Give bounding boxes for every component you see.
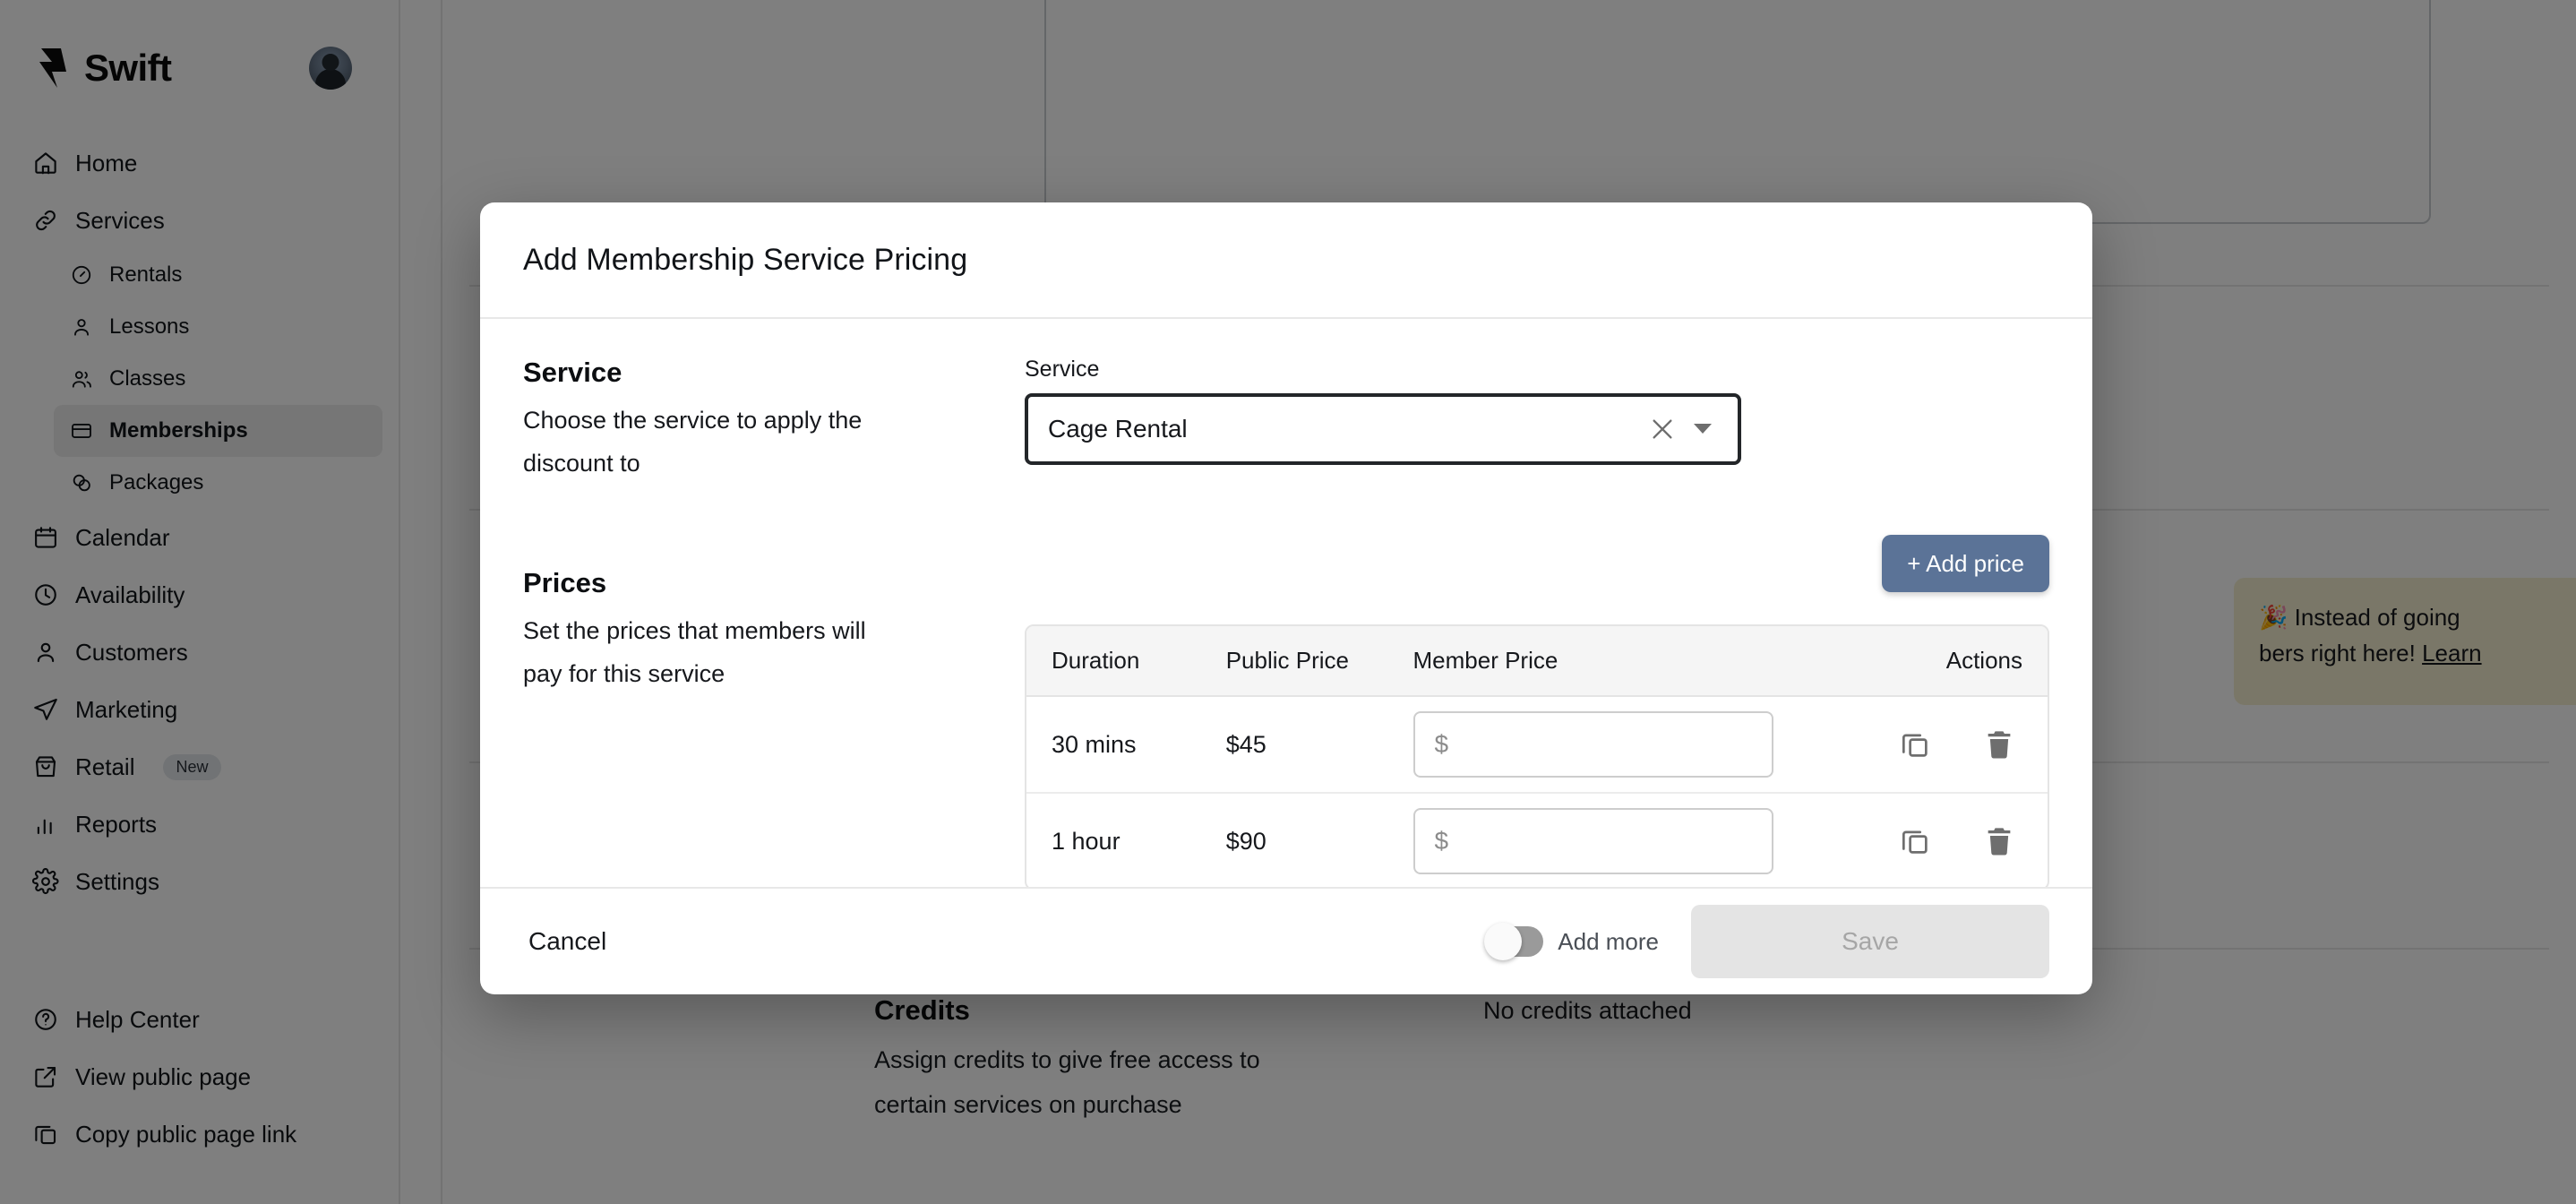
prices-section-desc-line1: Set the prices that members will: [523, 617, 866, 645]
column-header-public-price: Public Price: [1200, 626, 1388, 697]
cell-duration: 1 hour: [1026, 792, 1201, 887]
service-row: Service Choose the service to apply the …: [523, 357, 2049, 483]
currency-prefix: $: [1434, 730, 1449, 759]
close-icon[interactable]: [1644, 411, 1680, 447]
prices-row: Prices Set the prices that members will …: [523, 535, 2049, 887]
table-row: 30 mins $45 $: [1026, 695, 2048, 794]
dialog-title: Add Membership Service Pricing: [523, 242, 968, 277]
service-section-desc-line1: Choose the service to apply the: [523, 407, 863, 434]
member-price-input[interactable]: $: [1413, 808, 1773, 875]
prices-section-desc-line2: pay for this service: [523, 660, 726, 688]
cell-public-price: $45: [1200, 695, 1388, 794]
prices-table-body: 30 mins $45 $1 hour $90 $: [1026, 695, 2048, 887]
chevron-down-icon[interactable]: [1687, 411, 1718, 447]
column-header-actions: Actions: [1798, 626, 2048, 697]
service-field-label: Service: [1025, 357, 1100, 382]
column-header-member-price: Member Price: [1387, 626, 1799, 697]
prices-table: Duration Public Price Member Price Actio…: [1026, 626, 2048, 887]
dialog-header: Add Membership Service Pricing: [480, 202, 2092, 319]
prices-table-area: + Add price Duration Public Price Member…: [1025, 535, 2049, 887]
toggle-knob: [1484, 923, 1523, 960]
cell-public-price: $90: [1200, 792, 1388, 887]
copy-icon[interactable]: [1892, 721, 1938, 768]
dialog-footer: Cancel Add more Save: [480, 887, 2092, 994]
screen-root: Swift HomeServicesRentalsLessonsClassesM…: [0, 0, 2576, 1204]
cell-member-price: $: [1387, 792, 1799, 887]
table-row: 1 hour $90 $: [1026, 792, 2048, 887]
add-more-toggle[interactable]: Add more: [1484, 923, 1659, 960]
trash-icon[interactable]: [1976, 818, 2022, 864]
service-select-value: Cage Rental: [1048, 415, 1188, 443]
dialog-body: Service Choose the service to apply the …: [480, 319, 2092, 887]
prices-row-description: Prices Set the prices that members will …: [523, 567, 1025, 693]
trash-icon[interactable]: [1976, 721, 2022, 768]
column-header-duration: Duration: [1026, 626, 1201, 697]
cancel-button[interactable]: Cancel: [523, 915, 612, 968]
cell-actions: [1798, 695, 2048, 794]
service-row-description: Service Choose the service to apply the …: [523, 357, 1025, 483]
prices-table-wrapper: Duration Public Price Member Price Actio…: [1025, 624, 2049, 887]
toggle-track[interactable]: [1484, 923, 1544, 960]
copy-icon[interactable]: [1892, 818, 1938, 864]
cell-actions: [1798, 792, 2048, 887]
add-more-label: Add more: [1558, 927, 1659, 955]
member-price-input[interactable]: $: [1413, 711, 1773, 778]
add-membership-service-pricing-dialog: Add Membership Service Pricing Service C…: [480, 202, 2092, 994]
service-select[interactable]: Cage Rental: [1025, 393, 1741, 465]
save-button[interactable]: Save: [1691, 905, 2049, 978]
table-header-row: Duration Public Price Member Price Actio…: [1026, 626, 2048, 697]
service-section-desc-line2: discount to: [523, 449, 640, 477]
prices-table-head: Duration Public Price Member Price Actio…: [1026, 626, 2048, 697]
currency-prefix: $: [1434, 827, 1449, 856]
service-section-heading: Service: [523, 357, 623, 388]
cell-member-price: $: [1387, 695, 1799, 794]
cell-duration: 30 mins: [1026, 695, 1201, 794]
add-price-button[interactable]: + Add price: [1882, 535, 2049, 593]
service-field-group: Service Cage Rental: [1025, 357, 2049, 483]
prices-section-heading: Prices: [523, 567, 607, 599]
